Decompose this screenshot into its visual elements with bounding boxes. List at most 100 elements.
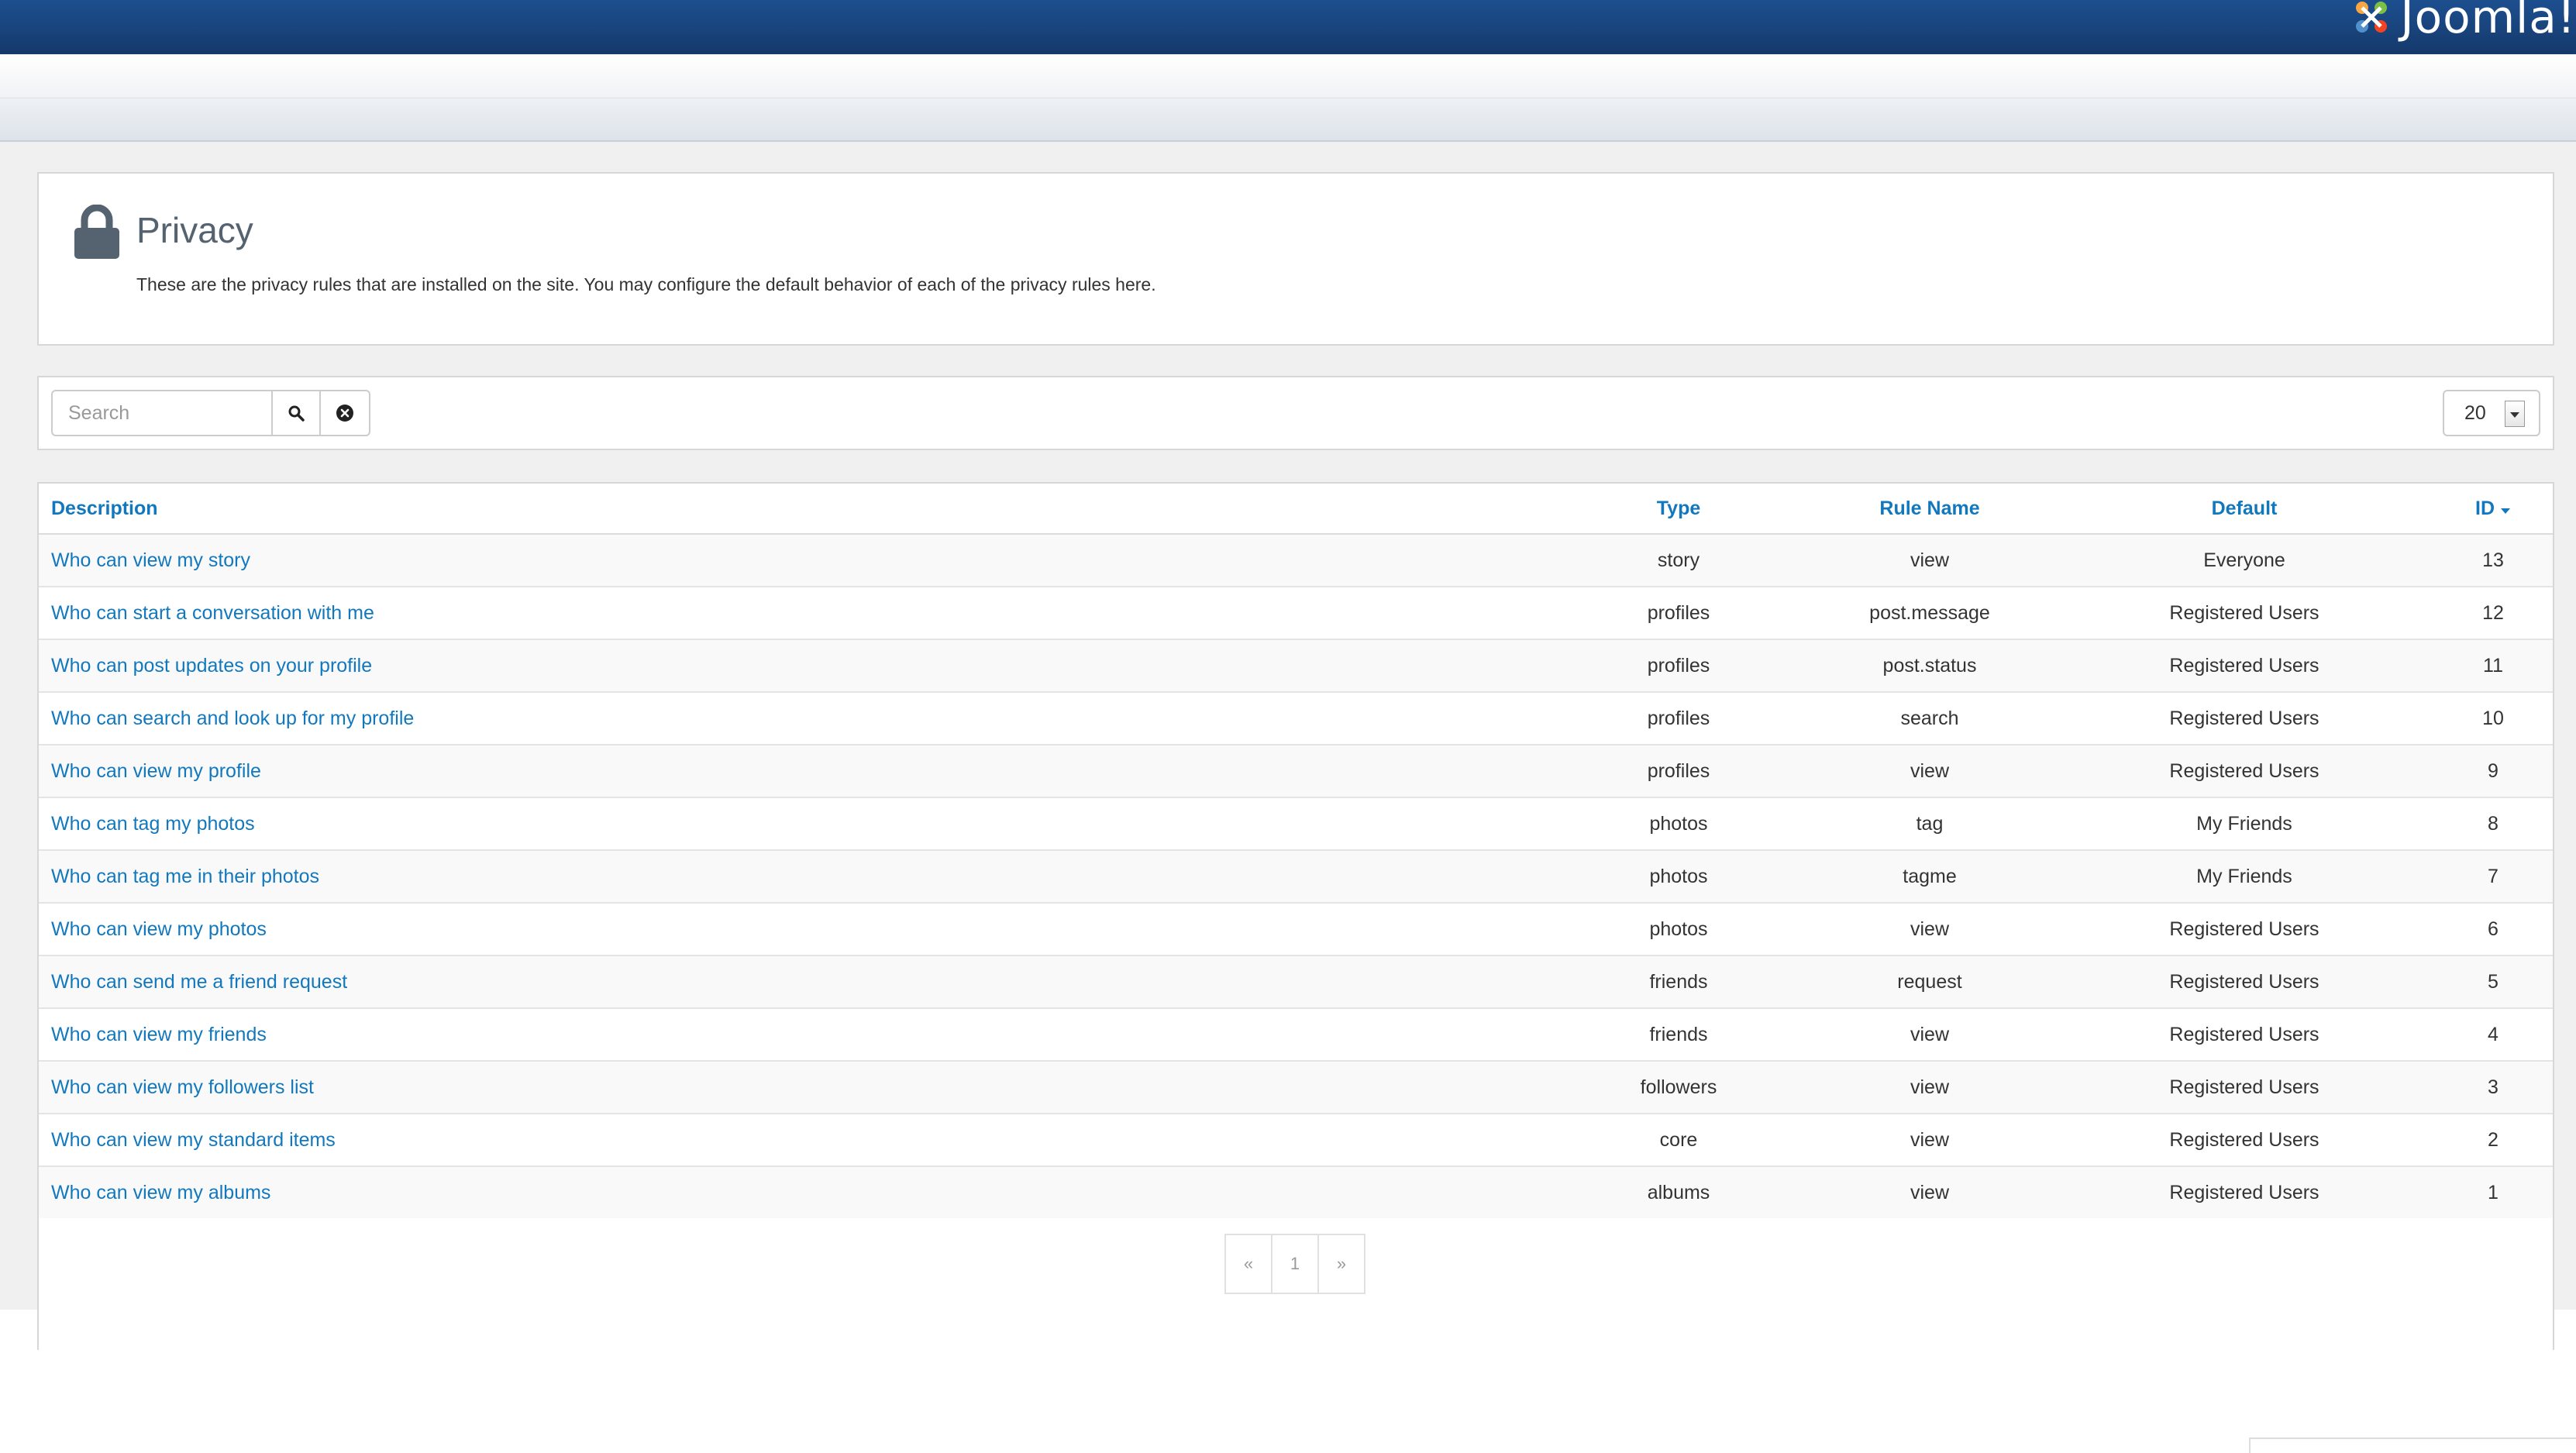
- rule-id: 4: [2488, 1023, 2499, 1045]
- rule-id: 2: [2488, 1128, 2499, 1151]
- cell-rule-name: view: [1804, 744, 2055, 797]
- rule-description-link[interactable]: Who can post updates on your profile: [51, 655, 372, 677]
- rule-type: photos: [1649, 918, 1708, 940]
- sort-desc-icon: [2500, 508, 2510, 514]
- pagination-next[interactable]: »: [1317, 1234, 1365, 1294]
- column-header-description[interactable]: Description: [39, 484, 1553, 535]
- rule-description-link[interactable]: Who can search and look up for my profil…: [51, 708, 414, 729]
- table-row: Who can view my photos photos view Register…: [39, 902, 2553, 955]
- rule-name: view: [1910, 1076, 1949, 1098]
- rules-table-panel: Description Type Rule Name Default ID Wh…: [37, 482, 2554, 1350]
- menu-bar: [0, 54, 2576, 98]
- table-row: Who can view my friends friends view Regist…: [39, 1007, 2553, 1061]
- clear-search-button[interactable]: [321, 390, 370, 436]
- column-header-default[interactable]: Default: [2055, 484, 2433, 535]
- rule-type: profiles: [1647, 759, 1710, 782]
- table-row: Who can view my albums albums view Register…: [39, 1165, 2553, 1218]
- table-row: Who can view my profile profiles view Regis…: [39, 744, 2553, 797]
- lock-icon: [74, 205, 119, 259]
- rule-type: profiles: [1647, 654, 1710, 677]
- cell-rule-name: tag: [1804, 797, 2055, 850]
- rule-description-link[interactable]: Who can view my standard items: [51, 1129, 336, 1151]
- table-row: Who can post updates on your profile prof…: [39, 639, 2553, 692]
- cell-rule-name: tagme: [1804, 849, 2055, 903]
- search-icon: [288, 405, 305, 422]
- rule-description-link[interactable]: Who can view my followers list: [51, 1076, 314, 1098]
- rule-default: Registered Users: [2169, 707, 2319, 729]
- cell-description: Who can search and look up for my profil…: [39, 691, 1553, 745]
- pagination: « 1 »: [1224, 1234, 1365, 1294]
- cell-default: Registered Users: [2055, 691, 2433, 745]
- rule-description-link[interactable]: Who can view my profile: [51, 760, 261, 782]
- rule-description-link[interactable]: Who can view my friends: [51, 1024, 267, 1045]
- page-header-panel: Privacy These are the privacy rules that…: [37, 172, 2554, 346]
- cell-default: Everyone: [2055, 533, 2433, 587]
- rule-default: Registered Users: [2169, 759, 2319, 782]
- rule-id: 1: [2488, 1181, 2499, 1203]
- pagination-page-1[interactable]: 1: [1271, 1234, 1319, 1294]
- cell-type: photos: [1553, 797, 1804, 850]
- list-limit-select[interactable]: 20: [2443, 390, 2540, 436]
- rule-name: view: [1910, 1023, 1949, 1045]
- search-button[interactable]: [271, 390, 321, 436]
- cell-id: 1: [2433, 1165, 2553, 1218]
- cell-type: photos: [1553, 902, 1804, 955]
- cell-default: Registered Users: [2055, 744, 2433, 797]
- cell-id: 3: [2433, 1060, 2553, 1114]
- rule-description-link[interactable]: Who can view my photos: [51, 918, 267, 940]
- rule-description-link[interactable]: Who can view my story: [51, 549, 250, 571]
- rule-description-link[interactable]: Who can tag me in their photos: [51, 866, 319, 887]
- rule-type: core: [1659, 1128, 1698, 1151]
- rule-id: 5: [2488, 970, 2499, 993]
- rule-id: 8: [2488, 812, 2499, 835]
- cell-description: Who can view my story: [39, 533, 1553, 587]
- rule-name: request: [1897, 970, 1962, 993]
- cell-rule-name: search: [1804, 691, 2055, 745]
- table-row: Who can view my standard items core view Re…: [39, 1113, 2553, 1166]
- rule-name: view: [1910, 1181, 1949, 1203]
- rule-type: albums: [1647, 1181, 1710, 1203]
- cell-id: 13: [2433, 533, 2553, 587]
- cell-description: Who can tag my photos: [39, 797, 1553, 850]
- cell-description: Who can view my albums: [39, 1165, 1553, 1218]
- cell-type: core: [1553, 1113, 1804, 1166]
- cell-id: 7: [2433, 849, 2553, 903]
- toolbar: [0, 98, 2576, 142]
- pagination-prev[interactable]: «: [1224, 1234, 1273, 1294]
- column-header-id[interactable]: ID: [2433, 484, 2553, 535]
- rule-default: Registered Users: [2169, 1181, 2319, 1203]
- cell-rule-name: post.message: [1804, 586, 2055, 639]
- table-row: Who can tag my photos photos tag My Friends…: [39, 797, 2553, 850]
- cell-rule-name: request: [1804, 955, 2055, 1008]
- search-input[interactable]: [51, 390, 271, 436]
- cell-default: Registered Users: [2055, 1113, 2433, 1166]
- filter-panel: 20: [37, 376, 2554, 450]
- joomla-logo-icon: [2355, 2, 2387, 33]
- rule-default: Registered Users: [2169, 970, 2319, 993]
- rule-id: 6: [2488, 918, 2499, 940]
- cell-description: Who can view my friends: [39, 1007, 1553, 1061]
- rule-type: profiles: [1647, 707, 1710, 729]
- cell-description: Who can view my profile: [39, 744, 1553, 797]
- rule-default: My Friends: [2196, 812, 2292, 835]
- column-header-rule-name[interactable]: Rule Name: [1804, 484, 2055, 535]
- cell-type: followers: [1553, 1060, 1804, 1114]
- joomla-logo[interactable]: Joomla!: [2350, 0, 2576, 40]
- rule-description-link[interactable]: Who can view my albums: [51, 1182, 270, 1203]
- rule-type: friends: [1649, 1023, 1708, 1045]
- rule-type: story: [1657, 549, 1700, 571]
- rule-id: 3: [2488, 1076, 2499, 1098]
- cell-id: 9: [2433, 744, 2553, 797]
- rule-name: tag: [1916, 812, 1944, 835]
- rule-description-link[interactable]: Who can start a conversation with me: [51, 602, 374, 624]
- rule-description-link[interactable]: Who can send me a friend request: [51, 971, 347, 993]
- cell-default: Registered Users: [2055, 1165, 2433, 1218]
- cell-description: Who can view my photos: [39, 902, 1553, 955]
- rule-default: My Friends: [2196, 865, 2292, 887]
- rule-name: view: [1910, 549, 1949, 571]
- rule-name: view: [1910, 1128, 1949, 1151]
- list-limit-value: 20: [2464, 402, 2486, 424]
- rule-description-link[interactable]: Who can tag my photos: [51, 813, 255, 835]
- cell-id: 2: [2433, 1113, 2553, 1166]
- column-header-type[interactable]: Type: [1553, 484, 1804, 535]
